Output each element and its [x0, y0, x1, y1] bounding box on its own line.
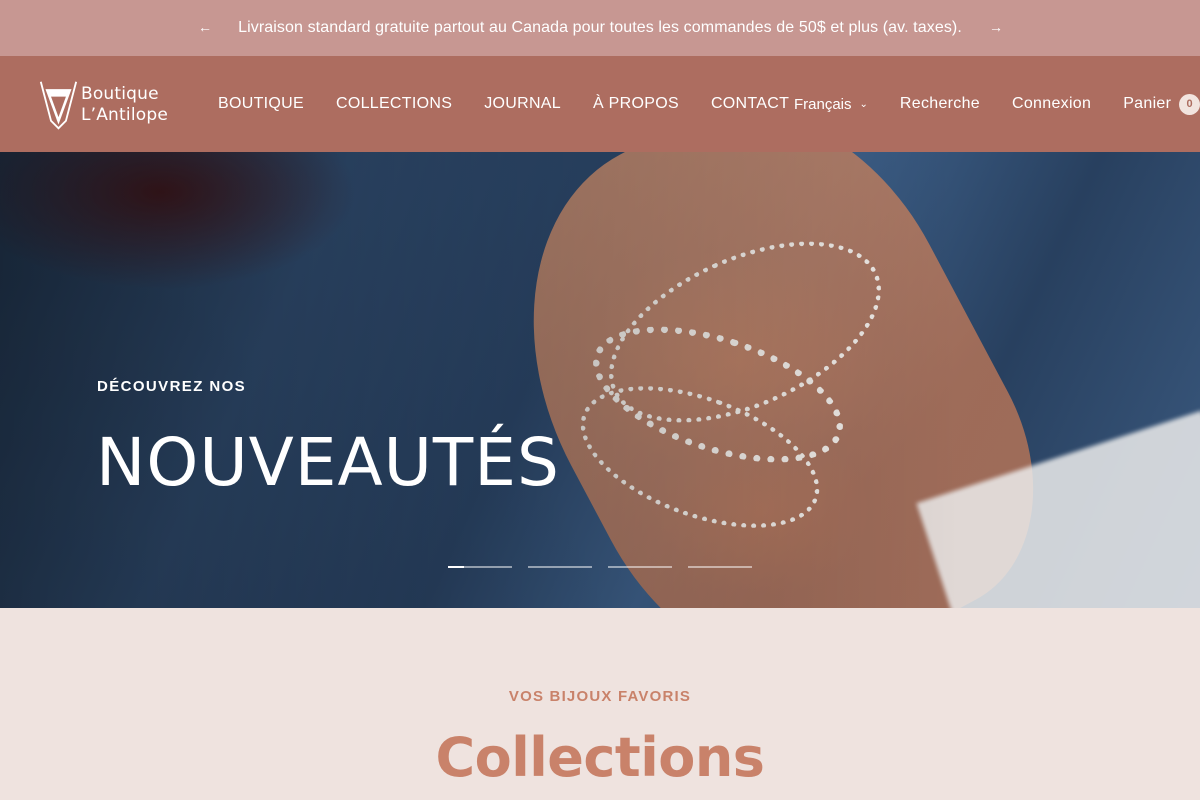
nav-a-propos[interactable]: À PROPOS	[593, 95, 679, 113]
announcement-message: Livraison standard gratuite partout au C…	[238, 19, 962, 36]
slide-dot-3[interactable]	[608, 566, 672, 568]
logo-text: Boutique L’Antilope	[80, 84, 168, 125]
cart-label: Panier	[1123, 95, 1172, 112]
arrow-right-icon[interactable]: →	[986, 17, 1006, 37]
slide-dot-2[interactable]	[528, 566, 592, 568]
section-title: Collections	[435, 726, 765, 789]
hero-slideshow[interactable]: DÉCOUVREZ NOS NOUVEAUTÉS	[0, 152, 1200, 608]
announcement-bar: ← Livraison standard gratuite partout au…	[0, 0, 1200, 56]
cart-count-badge: 0	[1179, 93, 1200, 115]
arrow-left-icon[interactable]: ←	[195, 17, 215, 37]
collections-section: VOS BIJOUX FAVORIS Collections	[0, 608, 1200, 800]
chevron-down-icon: ⌄	[859, 98, 868, 110]
utility-nav: Français ⌄ Recherche Connexion Panier 0	[794, 56, 1200, 152]
language-selector[interactable]: Français ⌄	[794, 96, 868, 113]
section-kicker: VOS BIJOUX FAVORIS	[508, 688, 692, 705]
site-header: Boutique L’Antilope BOUTIQUE COLLECTIONS…	[0, 56, 1200, 152]
antelope-logo-icon	[39, 81, 78, 130]
nav-journal[interactable]: JOURNAL	[484, 95, 561, 113]
nav-contact[interactable]: CONTACT	[711, 95, 789, 113]
login-link[interactable]: Connexion	[1012, 95, 1091, 113]
nav-boutique[interactable]: BOUTIQUE	[218, 95, 304, 113]
slideshow-pagination	[448, 566, 768, 568]
slide-dot-1[interactable]	[448, 566, 512, 568]
slide-dot-4[interactable]	[688, 566, 752, 568]
search-link[interactable]: Recherche	[900, 95, 980, 113]
main-nav: BOUTIQUE COLLECTIONS JOURNAL À PROPOS CO…	[218, 56, 821, 152]
cart-link[interactable]: Panier 0	[1123, 93, 1200, 115]
logo[interactable]: Boutique L’Antilope	[38, 76, 168, 134]
hero-headline: NOUVEAUTÉS	[96, 424, 560, 501]
hero-eyebrow: DÉCOUVREZ NOS	[97, 378, 247, 395]
nav-collections[interactable]: COLLECTIONS	[336, 95, 452, 113]
language-label: Français	[794, 95, 852, 113]
